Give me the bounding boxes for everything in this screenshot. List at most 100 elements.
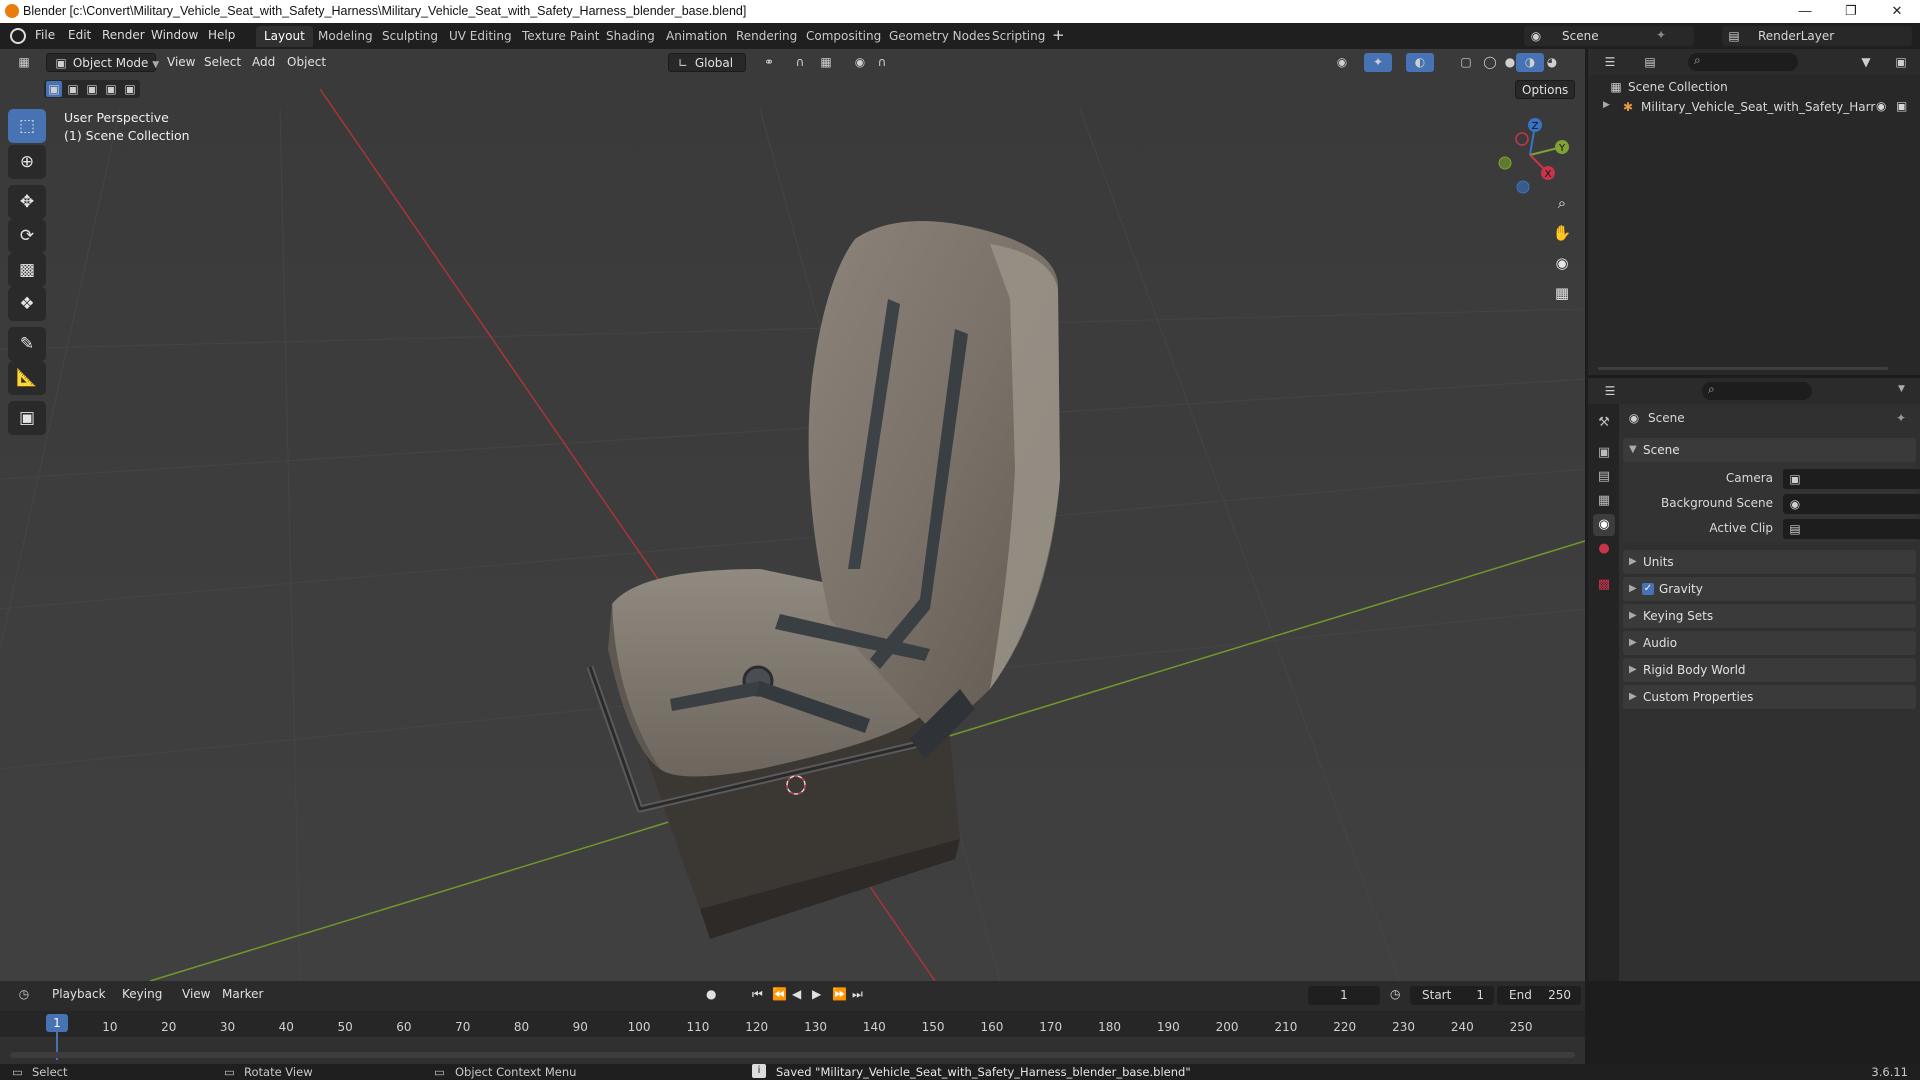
menu-marker[interactable]: Marker bbox=[216, 985, 269, 1004]
tool-tab-icon[interactable]: ⚒ bbox=[1593, 412, 1615, 434]
view-layer-tab-icon[interactable]: ▦ bbox=[1593, 490, 1615, 512]
rigid-body-world-panel-header[interactable]: ▶ Rigid Body World bbox=[1623, 658, 1916, 682]
move-tool-icon[interactable]: ✥ bbox=[8, 185, 46, 219]
menu-file[interactable]: File bbox=[35, 28, 55, 42]
tab-layout[interactable]: Layout bbox=[256, 26, 313, 47]
expand-arrow-icon[interactable]: ▶ bbox=[1603, 100, 1610, 110]
mode-selector[interactable]: ▣ Object Mode ▼ bbox=[46, 53, 159, 72]
audio-panel-header[interactable]: ▶ Audio bbox=[1623, 631, 1916, 655]
add-cube-tool-icon[interactable]: ▣ bbox=[8, 401, 46, 435]
menu-playback[interactable]: Playback bbox=[46, 985, 112, 1004]
keying-sets-panel-header[interactable]: ▶ Keying Sets bbox=[1623, 604, 1916, 628]
tab-texture-paint[interactable]: Texture Paint bbox=[514, 26, 607, 47]
filter-icon[interactable]: ▼ bbox=[1858, 54, 1874, 70]
snap-button[interactable]: ∩ bbox=[786, 53, 814, 72]
editor-type-button[interactable]: ▦ bbox=[10, 53, 38, 72]
units-panel-header[interactable]: ▶ Units bbox=[1623, 550, 1916, 574]
rotate-tool-icon[interactable]: ⟳ bbox=[8, 219, 46, 253]
playhead[interactable]: 1 bbox=[46, 1014, 68, 1032]
tab-sculpting[interactable]: Sculpting bbox=[374, 26, 446, 47]
tab-compositing[interactable]: Compositing bbox=[798, 26, 889, 47]
maximize-button[interactable]: ❐ bbox=[1828, 0, 1874, 23]
custom-properties-panel-header[interactable]: ▶ Custom Properties bbox=[1623, 685, 1916, 709]
render-tab-icon[interactable]: ▣ bbox=[1593, 442, 1615, 464]
3d-viewport[interactable]: ▦ ▣ Object Mode ▼ View Select Add Object… bbox=[0, 49, 1585, 981]
scene-selector[interactable]: ◉ Scene ✦ bbox=[1524, 26, 1694, 46]
select-invert-icon[interactable]: ▣ bbox=[103, 81, 119, 97]
shading-rendered-button[interactable]: ◕ bbox=[1538, 53, 1566, 72]
scene-tab-icon[interactable]: ◉ bbox=[1593, 514, 1615, 536]
play-reverse-button[interactable]: ◀ bbox=[786, 985, 807, 1004]
menu-window[interactable]: Window bbox=[151, 28, 198, 42]
menu-edit[interactable]: Edit bbox=[68, 28, 91, 42]
pan-hand-icon[interactable]: ✋ bbox=[1548, 219, 1576, 247]
minimize-button[interactable]: — bbox=[1782, 0, 1828, 23]
gravity-panel-header[interactable]: ▶ ✓ Gravity bbox=[1623, 577, 1916, 601]
add-workspace-icon[interactable]: + bbox=[1052, 26, 1065, 44]
pin-icon[interactable]: ✦ bbox=[1656, 28, 1666, 42]
current-frame-field[interactable]: 1 bbox=[1308, 986, 1380, 1005]
camera-field[interactable]: ▣ ✏ bbox=[1783, 469, 1920, 489]
tab-modeling[interactable]: Modeling bbox=[310, 26, 381, 47]
background-scene-field[interactable]: ◉ bbox=[1783, 494, 1920, 514]
select-extend-icon[interactable]: ▣ bbox=[65, 81, 81, 97]
overlay-toggle-button[interactable]: ◐ bbox=[1406, 53, 1434, 72]
measure-tool-icon[interactable]: 📐 bbox=[8, 361, 46, 395]
timeline-editor-type-button[interactable]: ◷ bbox=[10, 985, 38, 1004]
select-new-icon[interactable]: ▣ bbox=[46, 81, 62, 97]
tab-animation[interactable]: Animation bbox=[658, 26, 735, 47]
view-layer-selector[interactable]: ▤ RenderLayer bbox=[1722, 26, 1912, 46]
snap-target-button[interactable]: ▦ bbox=[812, 53, 840, 72]
properties-search-input[interactable]: ⌕ bbox=[1702, 382, 1812, 400]
menu-keying[interactable]: Keying bbox=[116, 985, 168, 1004]
end-frame-field[interactable]: End 250 bbox=[1497, 986, 1581, 1005]
tab-shading[interactable]: Shading bbox=[598, 26, 663, 47]
select-subtract-icon[interactable]: ▣ bbox=[84, 81, 100, 97]
active-clip-field[interactable]: ▤ bbox=[1783, 519, 1920, 539]
record-button[interactable]: ● bbox=[700, 985, 722, 1004]
close-button[interactable]: ✕ bbox=[1874, 0, 1920, 23]
tab-scripting[interactable]: Scripting bbox=[984, 26, 1053, 47]
ortho-grid-icon[interactable]: ▦ bbox=[1548, 279, 1576, 307]
gravity-checkbox[interactable]: ✓ bbox=[1642, 583, 1654, 595]
outliner-search-input[interactable]: ⌕ bbox=[1688, 53, 1798, 71]
output-tab-icon[interactable]: ▤ bbox=[1593, 466, 1615, 488]
select-box-tool-icon[interactable]: ⬚ bbox=[8, 109, 46, 143]
blender-menu-icon[interactable] bbox=[10, 28, 26, 44]
timeline-scrollbar[interactable] bbox=[10, 1052, 1575, 1058]
transform-tool-icon[interactable]: ❖ bbox=[8, 287, 46, 321]
pin-icon[interactable]: ✦ bbox=[1896, 411, 1906, 425]
outliner-row-scene-collection[interactable]: ▦ Scene Collection bbox=[1608, 78, 1908, 96]
menu-object[interactable]: Object bbox=[281, 53, 332, 72]
scene-panel-header[interactable]: ▼ Scene bbox=[1623, 438, 1916, 462]
play-button[interactable]: ▶ bbox=[806, 985, 827, 1004]
selection-mode-buttons[interactable]: ▣ ▣ ▣ ▣ ▣ bbox=[44, 80, 140, 98]
tab-geometry-nodes[interactable]: Geometry Nodes bbox=[881, 26, 998, 47]
menu-help[interactable]: Help bbox=[208, 28, 235, 42]
texture-tab-icon[interactable]: ▩ bbox=[1593, 574, 1615, 596]
timeline-editor[interactable]: ◷ Playback Keying View Marker ● ⏮ ⏪ ◀ ▶ … bbox=[0, 981, 1585, 1064]
world-tab-icon[interactable]: ● bbox=[1593, 538, 1615, 560]
viewport-scene[interactable] bbox=[0, 49, 1585, 981]
cursor-tool-icon[interactable]: ⊕ bbox=[8, 145, 46, 179]
menu-render[interactable]: Render bbox=[102, 28, 145, 42]
properties-editor-icon[interactable]: ☰ bbox=[1602, 383, 1618, 399]
menu-timeline-view[interactable]: View bbox=[176, 985, 216, 1004]
render-camera-icon[interactable]: ▣ bbox=[1896, 99, 1907, 113]
select-intersect-icon[interactable]: ▣ bbox=[122, 81, 138, 97]
visibility-eye-icon[interactable]: ◉ bbox=[1876, 99, 1886, 113]
preview-range-icon[interactable]: ◷ bbox=[1390, 987, 1400, 1001]
camera-view-icon[interactable]: ◉ bbox=[1548, 249, 1576, 277]
menu-select[interactable]: Select bbox=[198, 53, 247, 72]
start-frame-field[interactable]: Start 1 bbox=[1410, 986, 1494, 1005]
menu-add[interactable]: Add bbox=[246, 53, 281, 72]
outliner-row-object[interactable]: ▶ ✱ Military_Vehicle_Seat_with_Safety_Ha… bbox=[1598, 98, 1918, 116]
annotate-tool-icon[interactable]: ✎ bbox=[8, 327, 46, 361]
transform-orientation-selector[interactable]: ∟ Global bbox=[668, 53, 746, 72]
outliner-scrollbar[interactable] bbox=[1598, 367, 1888, 370]
jump-end-button[interactable]: ⏭ bbox=[846, 985, 869, 1004]
falloff-button[interactable]: ∩ bbox=[868, 53, 896, 72]
outliner-editor-icon[interactable]: ☰ bbox=[1602, 54, 1618, 70]
visibility-button[interactable]: ◉ bbox=[1328, 53, 1356, 72]
zoom-icon[interactable]: ⌕ bbox=[1548, 189, 1576, 217]
